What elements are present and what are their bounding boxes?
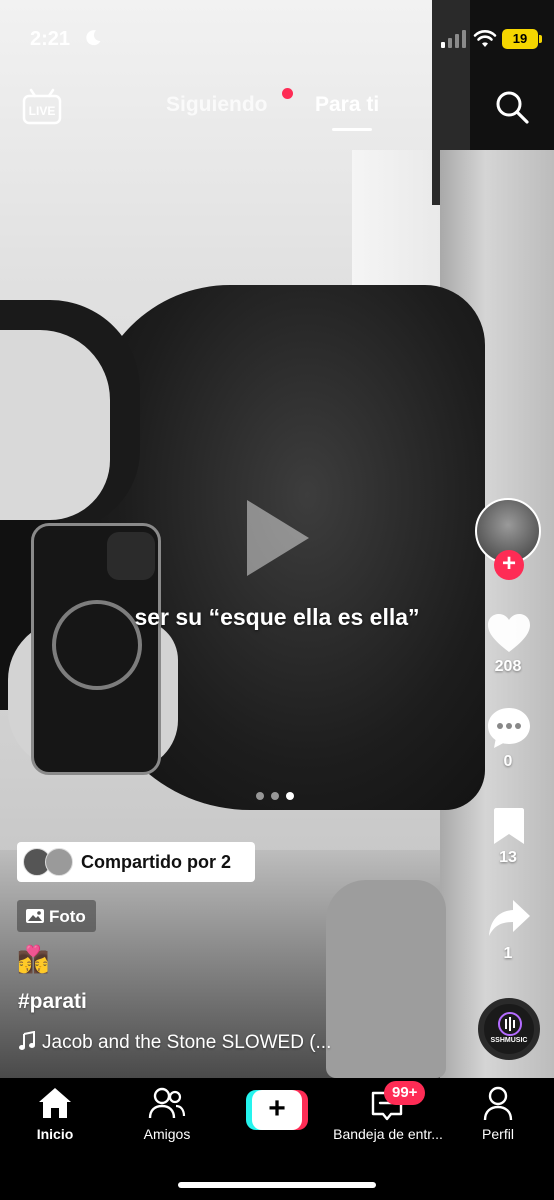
music-note-icon	[19, 1031, 35, 1050]
bookmark-count: 13	[499, 849, 517, 866]
search-icon[interactable]	[494, 89, 530, 125]
shared-by-pill[interactable]: Compartido por 2	[17, 842, 255, 882]
nav-inbox-label: Bandeja de entr...	[333, 1126, 443, 1142]
music-disc-label: SSHMUSIC	[490, 1037, 528, 1044]
home-icon	[39, 1088, 71, 1118]
follow-button[interactable]: +	[494, 550, 524, 580]
status-bar: 2:21 19	[0, 0, 554, 80]
nav-profile[interactable]: Perfil	[444, 1078, 554, 1158]
shared-avatar	[45, 848, 73, 876]
music-logo-icon	[498, 1012, 522, 1036]
create-button[interactable]: +	[246, 1090, 308, 1130]
carousel-dot-active	[286, 792, 294, 800]
comment-count: 0	[503, 753, 513, 770]
sound-name: Jacob and the Stone SLOWED (...	[42, 1032, 332, 1053]
comment-icon[interactable]	[486, 706, 532, 750]
carousel-dots	[256, 792, 300, 800]
home-indicator	[178, 1182, 376, 1188]
tab-for-you[interactable]: Para ti	[315, 93, 379, 117]
moon-icon	[86, 30, 101, 46]
nav-home[interactable]: Inicio	[0, 1078, 110, 1158]
nav-friends[interactable]: Amigos	[112, 1078, 222, 1158]
share-icon[interactable]	[487, 898, 531, 938]
photo-phone-camera	[107, 532, 155, 580]
battery-nub	[539, 35, 542, 43]
caption-overlay-text: ser su “esque ella es ella”	[134, 604, 420, 630]
status-time: 2:21	[30, 28, 71, 50]
shared-by-label: Compartido por 2	[81, 852, 232, 872]
photo-badge: Foto	[17, 900, 96, 932]
caption-emoji: 👩‍❤️‍💋‍👩	[17, 944, 50, 974]
photo-badge-label: Foto	[49, 907, 86, 926]
share-count: 1	[503, 945, 513, 962]
photo-rug	[326, 880, 446, 1078]
live-label: LIVE	[29, 104, 56, 118]
carousel-dot	[271, 792, 279, 800]
image-icon	[26, 909, 44, 923]
heart-icon[interactable]	[486, 612, 532, 654]
music-disc[interactable]: SSHMUSIC	[478, 998, 540, 1060]
bookmark-icon[interactable]	[492, 806, 526, 846]
following-notification-dot	[282, 88, 293, 99]
signal-icon	[441, 30, 466, 48]
friends-icon	[148, 1087, 186, 1119]
sound-link[interactable]: Jacob and the Stone SLOWED (...	[18, 1031, 331, 1054]
inbox-badge: 99+	[384, 1081, 426, 1105]
like-count: 208	[494, 658, 522, 675]
battery-level: 19	[502, 29, 538, 49]
nav-profile-label: Perfil	[482, 1126, 514, 1142]
profile-icon	[483, 1086, 513, 1121]
caption-overlay: ser su “esque ella es ella”	[0, 604, 554, 631]
plus-icon: +	[252, 1090, 302, 1130]
live-icon[interactable]: LIVE	[22, 88, 62, 126]
nav-friends-label: Amigos	[143, 1126, 191, 1142]
photo-face	[0, 330, 110, 520]
play-icon[interactable]	[243, 496, 313, 580]
nav-home-label: Inicio	[36, 1126, 74, 1142]
tab-following[interactable]: Siguiendo	[166, 93, 268, 117]
carousel-dot	[256, 792, 264, 800]
active-tab-underline	[332, 128, 372, 131]
hashtag-link[interactable]: #parati	[18, 990, 87, 1014]
wifi-icon	[473, 30, 497, 47]
